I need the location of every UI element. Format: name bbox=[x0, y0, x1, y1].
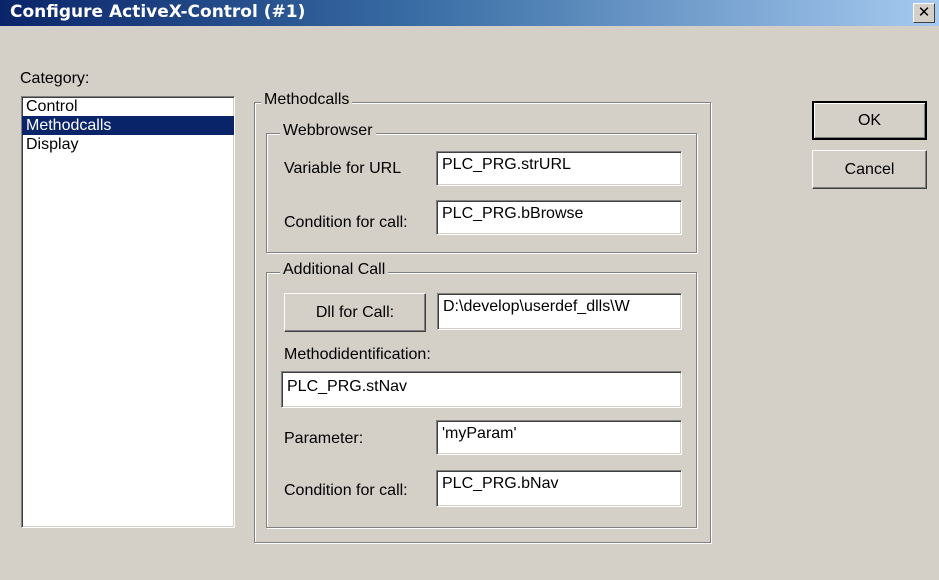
dll-path-field[interactable]: D:\develop\userdef_dlls\W bbox=[437, 293, 682, 330]
cancel-button[interactable]: Cancel bbox=[812, 150, 927, 189]
browse-condition-field[interactable]: PLC_PRG.bBrowse bbox=[436, 200, 682, 235]
ok-button[interactable]: OK bbox=[812, 101, 927, 140]
list-item-display[interactable]: Display bbox=[22, 135, 234, 154]
category-label: Category: bbox=[20, 70, 90, 87]
list-item-methodcalls[interactable]: Methodcalls bbox=[22, 116, 234, 135]
dll-for-call-button[interactable]: Dll for Call: bbox=[284, 293, 426, 332]
nav-condition-label: Condition for call: bbox=[284, 482, 408, 499]
webbrowser-group-label: Webbrowser bbox=[280, 122, 376, 140]
parameter-field[interactable]: 'myParam' bbox=[436, 420, 682, 455]
methodcalls-group-label: Methodcalls bbox=[261, 91, 353, 109]
methodidentification-label: Methodidentification: bbox=[284, 346, 431, 363]
additional-call-group-label: Additional Call bbox=[280, 261, 389, 279]
close-icon: ✕ bbox=[917, 3, 931, 21]
browse-condition-label: Condition for call: bbox=[284, 214, 408, 231]
variable-url-field[interactable]: PLC_PRG.strURL bbox=[436, 151, 682, 186]
close-button[interactable]: ✕ bbox=[913, 3, 935, 23]
window-title: Configure ActiveX-Control (#1) bbox=[10, 2, 306, 22]
title-bar: Configure ActiveX-Control (#1) ✕ bbox=[0, 0, 939, 26]
nav-condition-field[interactable]: PLC_PRG.bNav bbox=[436, 470, 682, 507]
variable-url-label: Variable for URL bbox=[284, 160, 402, 177]
parameter-label: Parameter: bbox=[284, 430, 364, 447]
list-item-control[interactable]: Control bbox=[22, 97, 234, 116]
category-list[interactable]: Control Methodcalls Display bbox=[21, 96, 235, 528]
methodidentification-field[interactable]: PLC_PRG.stNav bbox=[281, 371, 682, 408]
